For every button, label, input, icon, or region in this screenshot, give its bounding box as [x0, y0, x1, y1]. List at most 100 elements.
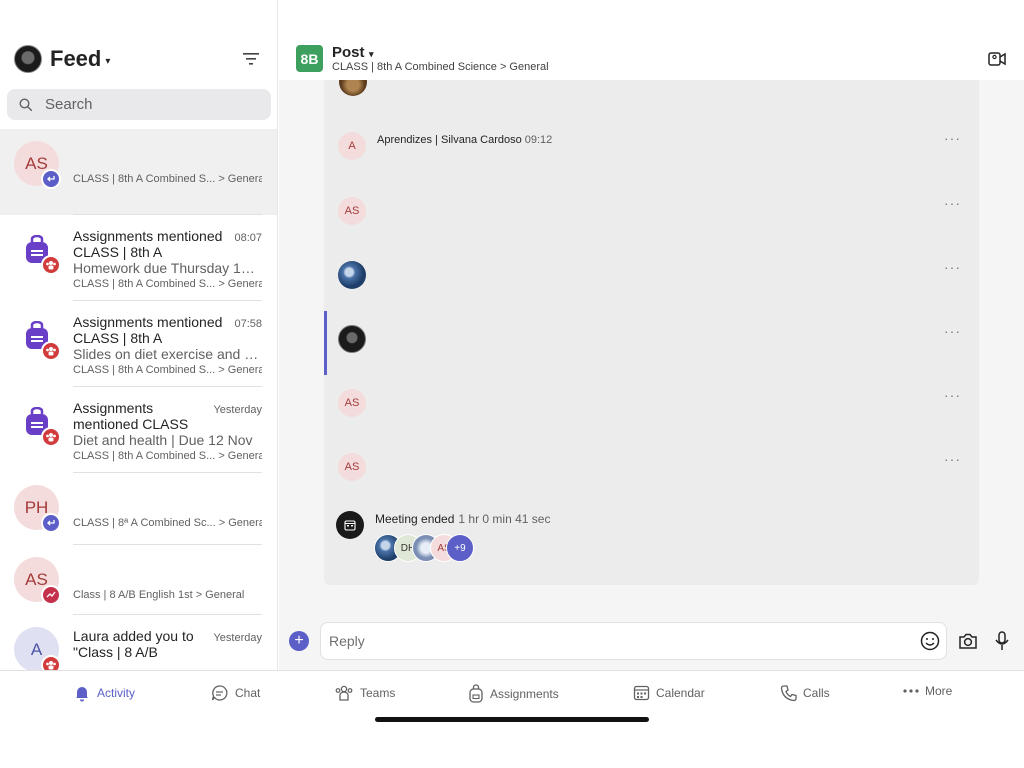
nav-activity[interactable]: Activity	[73, 684, 135, 702]
author-name: Aprendizes | Silvana Cardoso	[377, 134, 522, 146]
team-icon	[41, 255, 61, 275]
list-item-content: Assignments mentionedCLASS | 8th A Combi…	[73, 314, 262, 387]
meeting-summary: Meeting ended 1 hr 0 min 41 sec	[375, 512, 550, 526]
chevron-down-icon: ▾	[366, 49, 374, 59]
activity-list: AS CLASS | 8th A Combined S... > General…	[0, 129, 277, 670]
more-icon	[903, 689, 919, 693]
list-item[interactable]: Assignments mentionedCLASS | 8th A Combi…	[0, 215, 277, 301]
nav-calls-label: Calls	[803, 686, 830, 700]
list-item[interactable]: AS Class | 8 A/B English 1st > General	[0, 545, 277, 615]
camera-icon[interactable]	[957, 630, 979, 652]
list-item-title: Assignments mentionedCLASS | 8th A Combi…	[73, 228, 223, 260]
list-item-location: CLASS | 8th A Combined S... > General	[73, 278, 262, 290]
nav-activity-label: Activity	[97, 686, 136, 700]
list-item[interactable]: A Laura added you to"Class | 8 A/B Engli…	[0, 615, 277, 670]
list-item[interactable]: AS CLASS | 8th A Combined S... > General	[0, 129, 277, 215]
meeting-label: Meeting ended	[375, 512, 455, 526]
profile-avatar[interactable]	[14, 45, 42, 73]
message-time: 09:12	[524, 134, 553, 146]
teams-icon	[335, 685, 353, 701]
more-participants-badge[interactable]: +9	[446, 534, 474, 562]
meeting-duration: 1 hr 0 min 41 sec	[458, 512, 551, 526]
nav-assignments-label: Assignments	[490, 686, 559, 701]
more-options-icon[interactable]: ···	[944, 195, 961, 211]
emoji-icon[interactable]	[919, 630, 941, 652]
search-placeholder: Search	[45, 96, 93, 113]
compose-bar: +	[279, 615, 1024, 670]
feed-title[interactable]: Feed	[50, 46, 101, 72]
team-tile[interactable]: 8B	[296, 45, 323, 72]
team-icon	[41, 427, 61, 447]
avatar: AS	[338, 453, 366, 481]
list-item-location: CLASS | 8th A Combined S... > General	[73, 450, 262, 462]
more-options-icon[interactable]: ···	[944, 451, 961, 467]
message[interactable]: A Aprendizes | Silvana Cardoso 09:12 ···	[324, 108, 979, 172]
avatar	[338, 325, 366, 353]
reply-icon	[41, 169, 61, 189]
nav-calendar[interactable]: Calendar	[633, 684, 705, 701]
nav-calls[interactable]: Calls	[780, 684, 830, 702]
nav-teams-label: Teams	[360, 686, 396, 700]
reply-input[interactable]	[320, 622, 947, 660]
home-indicator	[375, 717, 649, 722]
reply-icon	[41, 513, 61, 533]
more-options-icon[interactable]: ···	[944, 387, 961, 403]
avatar	[338, 261, 366, 289]
team-icon	[41, 341, 61, 361]
avatar	[339, 80, 367, 96]
nav-teams[interactable]: Teams	[334, 684, 395, 702]
list-item-content: Assignments mentionedCLASS | 8th A Combi…	[73, 228, 262, 301]
breadcrumb: CLASS | 8th A Combined Science > General	[332, 61, 549, 73]
avatar: AS	[338, 197, 366, 225]
list-item-time: Yesterday	[213, 404, 262, 416]
list-item-content: CLASS | 8ª A Combined Sc... > General	[73, 515, 262, 545]
nav-assignments[interactable]: Assignments	[468, 684, 559, 703]
microphone-icon[interactable]	[993, 630, 1011, 652]
nav-more[interactable]: More	[903, 684, 952, 698]
list-item-time: 07:58	[234, 318, 262, 330]
list-item[interactable]: Assignments mentionedCLASS | 8th A Combi…	[0, 301, 277, 387]
list-item-location: CLASS | 8th A Combined S... > General	[73, 173, 262, 185]
list-item-content: Class | 8 A/B English 1st > General	[73, 587, 262, 615]
filter-icon[interactable]	[239, 47, 263, 71]
message[interactable]: ···	[324, 247, 979, 311]
nav-more-label: More	[925, 684, 953, 698]
chat-icon	[211, 685, 228, 701]
list-item-content: Laura added you to"Class | 8 A/B Englis.…	[73, 628, 262, 670]
message[interactable]: AS ···	[324, 439, 979, 503]
meet-now-icon[interactable]	[986, 48, 1008, 70]
list-item-time: Yesterday	[213, 632, 262, 644]
message[interactable]: AS ···	[324, 375, 979, 439]
list-item[interactable]: Assignmentsmentioned CLASS |... Yesterday…	[0, 387, 277, 473]
message-thread: A Aprendizes | Silvana Cardoso 09:12 ··· …	[324, 80, 979, 585]
bell-icon	[76, 687, 88, 702]
nav-chat-label: Chat	[235, 686, 261, 700]
list-item-location: CLASS | 8th A Combined S... > General	[73, 364, 262, 376]
more-options-icon[interactable]: ···	[944, 130, 961, 146]
list-item-title: Laura added you to"Class | 8 A/B Englis.…	[73, 628, 194, 660]
message[interactable]: ···	[324, 311, 979, 375]
list-item-location: CLASS | 8ª A Combined Sc... > General	[73, 517, 262, 529]
list-item-subtitle: Diet and health | Due 12 Nov	[73, 432, 253, 448]
chevron-down-icon[interactable]: ▾	[105, 56, 110, 67]
list-item-subtitle: Slides on diet exercise and he...	[73, 346, 262, 362]
list-item-title: Assignmentsmentioned CLASS |...	[73, 400, 189, 432]
list-item-subtitle: Homework due Thursday 18/1...	[73, 260, 262, 276]
list-item-time: 08:07	[234, 232, 262, 244]
feed-header: Feed ▾	[14, 42, 263, 76]
more-options-icon[interactable]: ···	[944, 323, 961, 339]
search-input[interactable]: Search	[7, 89, 271, 120]
post-title[interactable]: Post ▾	[332, 44, 374, 61]
search-icon	[19, 97, 33, 111]
list-item[interactable]: PH CLASS | 8ª A Combined Sc... > General	[0, 473, 277, 545]
participant-list[interactable]: DH AS +9	[374, 534, 494, 562]
list-item-location: Class | 8 A/B English 1st > General	[73, 589, 245, 601]
post-title-label: Post	[332, 44, 365, 61]
channel-header: 8B Post ▾ CLASS | 8th A Combined Science…	[279, 0, 1024, 80]
nav-chat[interactable]: Chat	[210, 684, 260, 702]
message[interactable]: AS ···	[324, 183, 979, 247]
more-options-icon[interactable]: ···	[944, 259, 961, 275]
nav-calendar-label: Calendar	[656, 685, 705, 700]
list-item-content: CLASS | 8th A Combined S... > General	[73, 171, 262, 215]
add-icon[interactable]: +	[289, 631, 309, 651]
